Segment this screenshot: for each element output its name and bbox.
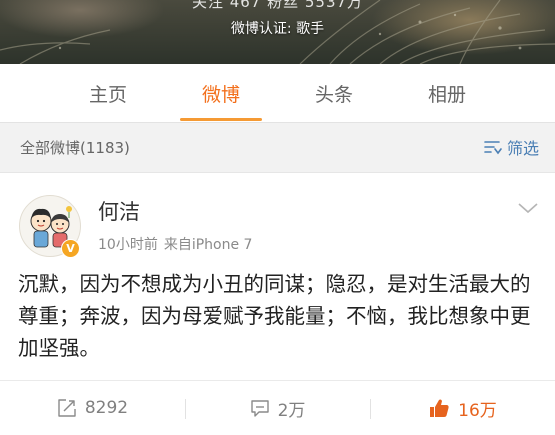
filter-bar: 全部微博(1183) 筛选 xyxy=(0,123,555,171)
verification-label: 微博认证: 歌手 xyxy=(230,21,325,37)
verified-badge: V xyxy=(61,239,80,258)
profile-tabs: 主页 微博 头条 相册 xyxy=(0,64,555,123)
like-count: 16万 xyxy=(458,400,497,421)
chevron-down-icon[interactable] xyxy=(517,201,539,215)
post-time: 10小时前 xyxy=(98,237,158,253)
repost-count: 8292 xyxy=(84,398,129,418)
tab-headlines[interactable]: 头条 xyxy=(284,64,384,122)
filter-icon xyxy=(484,141,502,155)
comment-count: 2万 xyxy=(277,400,306,421)
comment-icon xyxy=(250,400,269,417)
tab-weibo[interactable]: 微博 xyxy=(171,64,271,122)
follow-counts-partial: 关注 467 粉丝 5537万 xyxy=(191,0,364,11)
post-source: 来自iPhone 7 xyxy=(163,237,253,253)
post-meta: 10小时前 来自iPhone 7 xyxy=(98,234,252,254)
post-author-name[interactable]: 何洁 xyxy=(98,196,140,226)
active-tab-indicator xyxy=(180,118,262,121)
repost-icon xyxy=(58,399,76,417)
profile-banner: 关注 467 粉丝 5537万 微博认证: 歌手 xyxy=(0,0,555,64)
post-text: 沉默，因为不想成为小丑的同谋；隐忍，是对生活最大的尊重；奔波，因为母爱赋予我能量… xyxy=(18,272,531,360)
filter-button[interactable]: 筛选 xyxy=(484,135,539,159)
tab-album[interactable]: 相册 xyxy=(397,64,497,122)
like-icon xyxy=(430,399,449,417)
repost-button[interactable]: 8292 xyxy=(0,381,185,435)
post-action-bar: 8292 2万 16万 xyxy=(0,380,555,435)
tab-home[interactable]: 主页 xyxy=(58,64,158,122)
post-count-label: 全部微博(1183) xyxy=(20,139,130,157)
post-card[interactable]: V 何洁 10小时前 来自iPhone 7 沉默，因为不想成为小丑的同谋；隐忍，是… xyxy=(0,172,555,381)
filter-label: 筛选 xyxy=(506,139,539,158)
comment-button[interactable]: 2万 xyxy=(185,381,370,435)
like-button[interactable]: 16万 xyxy=(370,381,555,435)
